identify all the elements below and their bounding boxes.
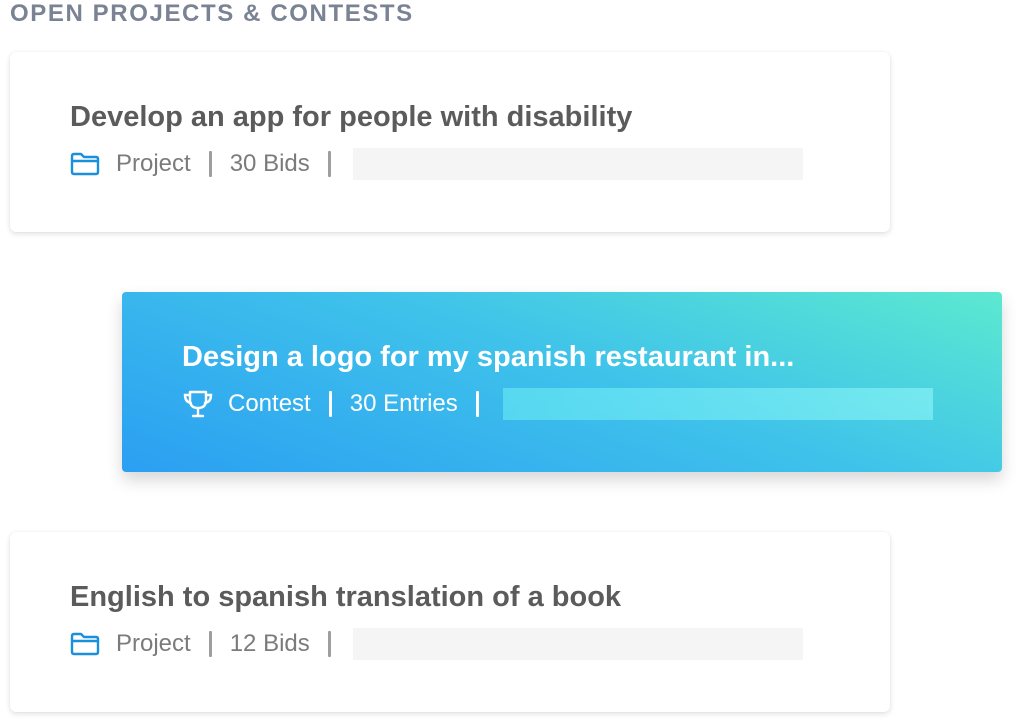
divider [208,631,212,657]
card-type-label: Project [116,150,191,177]
card-count-label: 12 Bids [229,630,310,657]
divider [327,151,331,177]
card-meta: Contest 30 Entries [182,388,933,420]
card-type-label: Project [116,630,191,657]
project-card[interactable]: English to spanish translation of a book… [10,532,890,712]
placeholder-bar [352,628,803,660]
card-meta: Project 12 Bids [70,628,803,660]
contest-card-highlighted[interactable]: Design a logo for my spanish restaurant … [122,292,1002,472]
card-count-label: 30 Entries [349,390,458,417]
folder-icon [70,630,102,658]
card-title[interactable]: Develop an app for people with disabilit… [70,100,632,134]
card-title[interactable]: English to spanish translation of a book [70,580,621,614]
page: OPEN PROJECTS & CONTESTS Develop an app … [0,0,1016,728]
card-title[interactable]: Design a logo for my spanish restaurant … [182,340,794,374]
folder-icon [70,150,102,178]
section-title: OPEN PROJECTS & CONTESTS [10,0,414,27]
trophy-icon [182,390,214,418]
divider [327,631,331,657]
placeholder-bar [352,148,803,180]
divider [208,151,212,177]
placeholder-bar [502,388,933,420]
divider [328,391,332,417]
card-count-label: 30 Bids [229,150,310,177]
project-card[interactable]: Develop an app for people with disabilit… [10,52,890,232]
card-meta: Project 30 Bids [70,148,803,180]
card-type-label: Contest [228,390,311,417]
divider [475,391,479,417]
